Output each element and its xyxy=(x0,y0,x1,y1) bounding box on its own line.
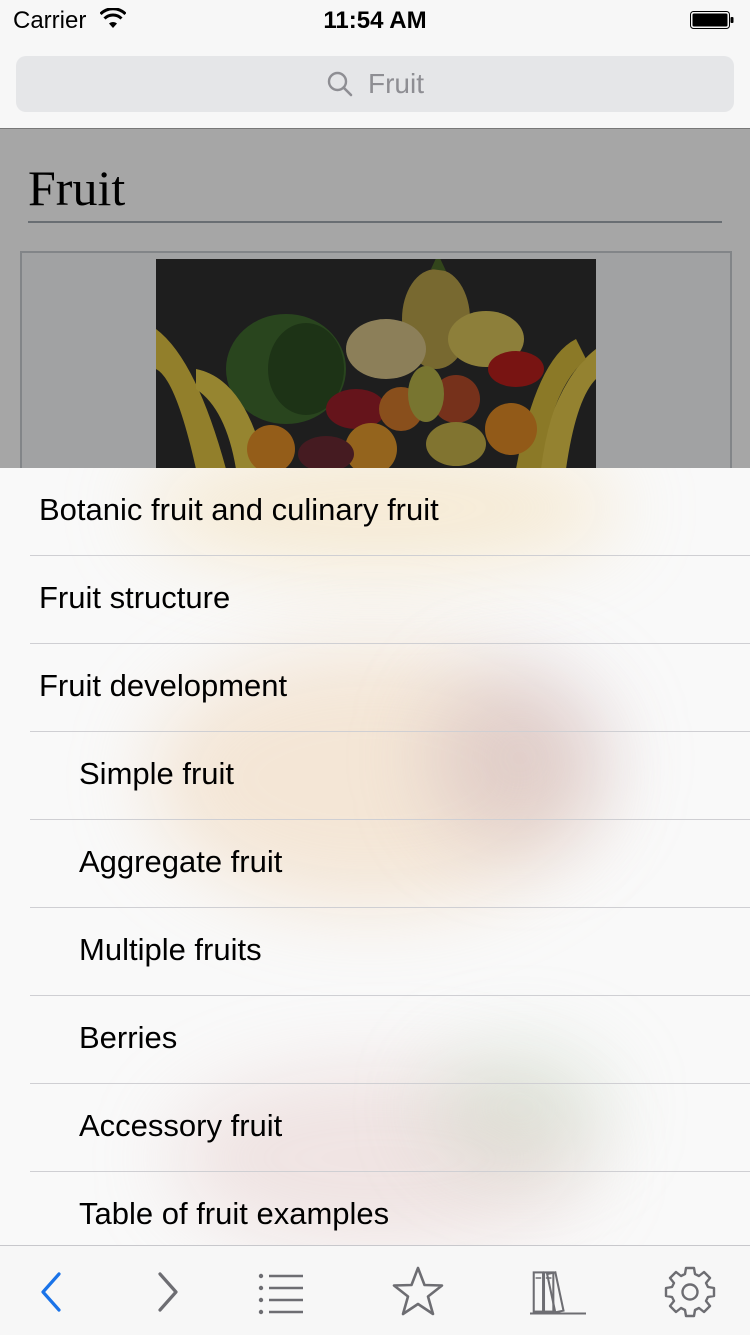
toc-item-label: Botanic fruit and culinary fruit xyxy=(39,492,439,527)
settings-button[interactable] xyxy=(662,1264,718,1320)
table-of-contents: Botanic fruit and culinary fruit Fruit s… xyxy=(0,468,750,1245)
forward-icon xyxy=(158,1272,178,1312)
battery-icon xyxy=(690,11,734,29)
library-button[interactable] xyxy=(530,1264,586,1320)
toc-item-label: Table of fruit examples xyxy=(79,1196,390,1231)
toc-item-label: Multiple fruits xyxy=(79,932,262,967)
toc-item-label: Aggregate fruit xyxy=(79,844,283,879)
toc-item-label: Simple fruit xyxy=(79,756,235,791)
toc-item-botanic-fruit[interactable]: Botanic fruit and culinary fruit xyxy=(30,468,750,556)
search-icon xyxy=(327,71,353,97)
search-placeholder: Fruit xyxy=(368,68,424,99)
back-button[interactable] xyxy=(25,1264,81,1320)
library-icon xyxy=(530,1271,586,1315)
toc-item-label: Accessory fruit xyxy=(79,1108,283,1143)
toc-item-simple-fruit[interactable]: Simple fruit xyxy=(30,732,750,820)
star-icon xyxy=(392,1266,444,1316)
forward-button[interactable] xyxy=(138,1264,194,1320)
search-bar: Fruit xyxy=(0,40,750,128)
back-icon xyxy=(41,1272,61,1312)
status-bar: Carrier 11:54 AM xyxy=(0,0,750,40)
toc-item-label: Fruit structure xyxy=(39,580,231,615)
search-input[interactable]: Fruit xyxy=(16,56,734,112)
toc-item-label: Berries xyxy=(79,1020,178,1055)
toc-item-label: Fruit development xyxy=(39,668,288,703)
toc-item-multiple-fruits[interactable]: Multiple fruits xyxy=(30,908,750,996)
gear-icon xyxy=(664,1266,716,1318)
toc-item-berries[interactable]: Berries xyxy=(30,996,750,1084)
toc-item-fruit-structure[interactable]: Fruit structure xyxy=(30,556,750,644)
toc-item-accessory-fruit[interactable]: Accessory fruit xyxy=(30,1084,750,1172)
list-icon xyxy=(258,1273,303,1315)
bottom-toolbar xyxy=(0,1245,750,1335)
bookmark-button[interactable] xyxy=(390,1264,446,1320)
toc-item-table-of-fruit-examples[interactable]: Table of fruit examples xyxy=(30,1172,750,1245)
status-time: 11:54 AM xyxy=(323,7,427,34)
toc-item-aggregate-fruit[interactable]: Aggregate fruit xyxy=(30,820,750,908)
toc-item-fruit-development[interactable]: Fruit development xyxy=(30,644,750,732)
toc-button[interactable] xyxy=(252,1264,308,1320)
